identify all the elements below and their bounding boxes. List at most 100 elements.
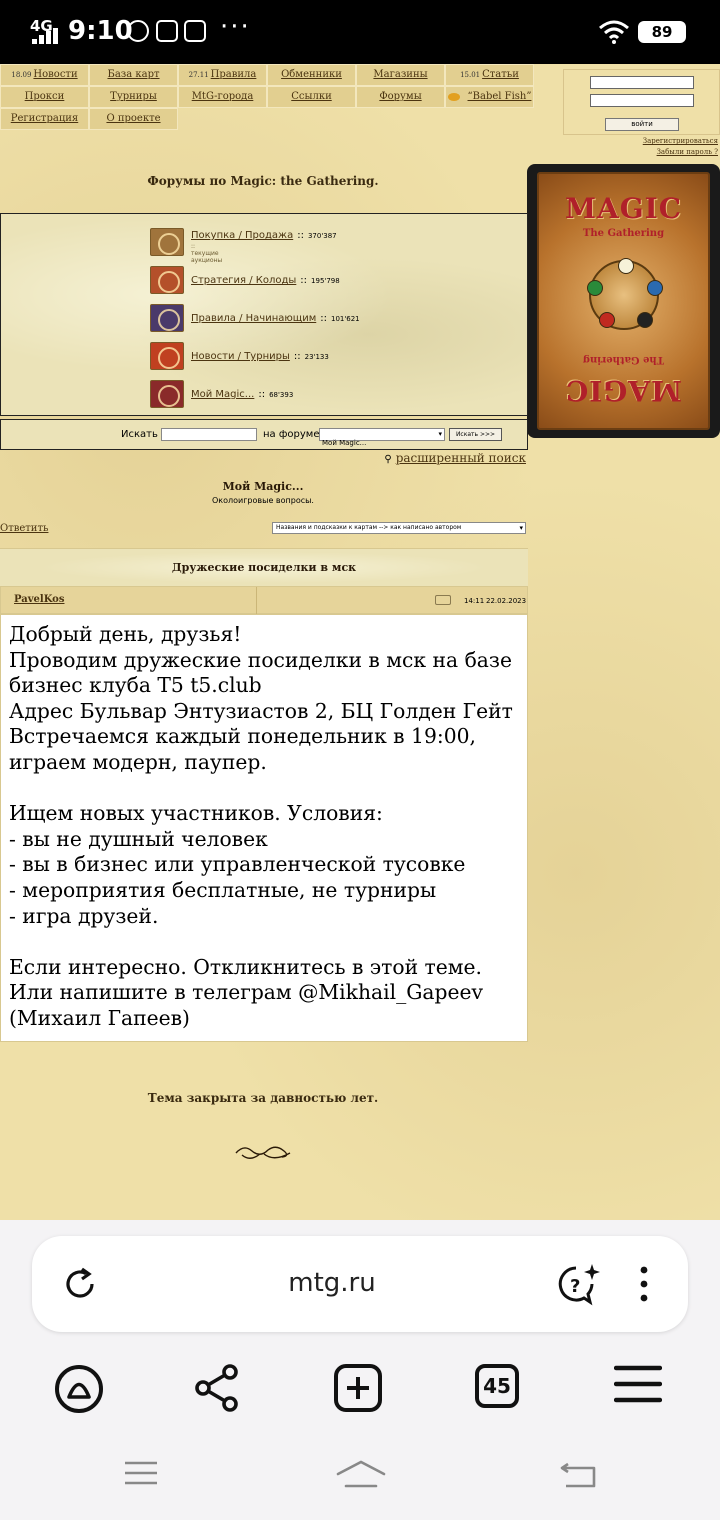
new-tab-button[interactable] <box>334 1364 382 1416</box>
login-button[interactable]: войти <box>605 118 679 131</box>
more-notifications-icon: ··· <box>220 12 251 42</box>
topic-closed-notice: Тема закрыта за давностью лет. <box>147 1091 379 1105</box>
nav-babel-fish[interactable]: “Babel Fish” <box>445 86 534 108</box>
recents-icon <box>125 1461 157 1485</box>
advanced-search[interactable]: ⚲ расширенный поиск <box>384 451 526 465</box>
mana-wheel <box>587 258 663 330</box>
signal-icon <box>32 28 58 44</box>
forum-select[interactable]: Мой Magic... ▾ <box>319 428 445 447</box>
browser-toolbar: mtg.ru ? 45 <box>0 1220 720 1520</box>
browser-menu-button[interactable] <box>613 1364 663 1408</box>
forgot-password-link[interactable]: Забыли пароль ? <box>657 148 718 156</box>
url-text[interactable]: mtg.ru <box>32 1268 632 1298</box>
post-line: Ищем новых участников. Условия: <box>9 801 383 826</box>
login-links: Зарегистрироваться Забыли пароль ? <box>643 136 718 158</box>
nav-news[interactable]: 18.09 Новости <box>0 64 89 86</box>
home-button[interactable] <box>336 1460 386 1492</box>
nav-articles[interactable]: 15.01 Статьи <box>445 64 534 86</box>
post-line: - мероприятия бесплатные, не турниры <box>9 877 437 902</box>
strategy-icon <box>150 266 184 294</box>
in-forum-label: на форуме <box>263 429 320 440</box>
search-input[interactable] <box>161 428 257 441</box>
search-form: Искать на форуме Мой Magic... ▾ Искать >>… <box>0 419 528 450</box>
back-icon <box>560 1462 596 1488</box>
card-subtitle-top: The Gathering <box>582 228 665 239</box>
post-line: - вы в бизнес или управленческой тусовке <box>9 852 466 877</box>
search-icon: ⚲ <box>384 454 392 465</box>
hamburger-menu-icon <box>613 1365 663 1403</box>
post-line: (Михаил Гапеев) <box>9 1005 190 1030</box>
post-line: играем модерн, паупер. <box>9 749 267 774</box>
nav-proxy[interactable]: Прокси <box>0 86 89 108</box>
card-logo-bottom: MAGIC <box>565 374 683 407</box>
nav-exchangers[interactable]: Обменники <box>267 64 356 86</box>
card-names-select[interactable]: Названия и подсказки к картам --> как на… <box>272 522 526 534</box>
nav-forums[interactable]: Форумы <box>356 86 445 108</box>
ai-assistant-icon[interactable]: ? <box>554 1262 600 1306</box>
private-message-icon[interactable] <box>435 595 451 605</box>
card-subtitle-bottom: The Gathering <box>582 354 665 365</box>
alice-assistant-button[interactable] <box>54 1364 104 1418</box>
post-line: - вы не душный человек <box>9 826 268 851</box>
post-line: - игра друзей. <box>9 903 159 928</box>
chevron-down-icon: ▾ <box>519 524 523 532</box>
nav-rules[interactable]: 27.11 Правила <box>178 64 267 86</box>
ornament-icon <box>235 1146 291 1159</box>
share-button[interactable] <box>194 1364 240 1416</box>
nav-about[interactable]: О проекте <box>89 108 178 130</box>
search-label: Искать <box>121 429 158 440</box>
subforum-title: Мой Magic... <box>222 480 304 493</box>
subforum-description: Околоигровые вопросы. <box>212 496 314 505</box>
login-box: ☺ ⚷ войти <box>563 69 720 135</box>
topic-title: Дружеские посиделки в мск <box>0 548 528 586</box>
chevron-down-icon: ▾ <box>438 430 442 438</box>
post-body: Добрый день, друзья! Проводим дружеские … <box>0 614 528 1042</box>
clock: 9:10 <box>68 16 133 46</box>
nav-shops[interactable]: Магазины <box>356 64 445 86</box>
post-line: Если интересно. Откликнитесь в этой теме… <box>9 954 483 979</box>
card-logo-top: MAGIC <box>564 192 682 225</box>
post-author[interactable]: PavelKos <box>14 594 64 605</box>
forums-title: Форумы по Magic: the Gathering. <box>147 174 379 188</box>
data-saver-icon <box>127 20 149 42</box>
gallery-icon <box>156 20 178 42</box>
nav-links[interactable]: Ссылки <box>267 86 356 108</box>
battery-level: 89 <box>638 21 686 43</box>
home-icon <box>336 1460 386 1488</box>
more-menu-icon[interactable] <box>636 1266 652 1302</box>
forum-list: Покупка / Продажа:: 370'387 :: текущие ау… <box>0 213 528 416</box>
post-header: PavelKos 14:11 22.02.2023 <box>0 586 528 615</box>
nav-card-base[interactable]: База карт <box>89 64 178 86</box>
web-page: 18.09 Новости База карт 27.11 Правила Обме… <box>0 64 720 1220</box>
post-line <box>9 929 519 955</box>
post-line: Встречаемся каждый понедельник в 19:00, <box>9 724 476 749</box>
share-icon <box>195 1364 238 1412</box>
search-button[interactable]: Искать >>> <box>449 428 502 441</box>
post-date: 22.02.2023 <box>486 597 527 605</box>
back-button[interactable] <box>560 1460 598 1492</box>
tabs-count-button[interactable]: 45 <box>475 1364 519 1408</box>
fish-icon <box>447 92 460 101</box>
register-link[interactable]: Зарегистрироваться <box>643 137 718 145</box>
login-username-input[interactable] <box>590 76 694 89</box>
recorder-icon <box>184 20 206 42</box>
magic-card-image: MAGIC The Gathering The Gathering MAGIC <box>527 164 720 438</box>
address-bar[interactable]: mtg.ru ? <box>32 1236 688 1332</box>
post-line: Добрый день, друзья! <box>9 622 242 646</box>
nav-mtg-cities[interactable]: MtG-города <box>178 86 267 108</box>
nav-tournaments[interactable]: Турниры <box>89 86 178 108</box>
recent-apps-button[interactable] <box>124 1460 158 1490</box>
news-icon <box>150 342 184 370</box>
post-line: Проводим дружеские посиделки в мск на ба… <box>9 647 512 672</box>
buy-sell-icon <box>150 228 184 256</box>
wifi-icon <box>599 20 629 44</box>
post-line: бизнес клуба T5 t5.club <box>9 673 262 698</box>
login-password-input[interactable] <box>590 94 694 107</box>
post-line: Или напишите в телеграм @Mikhail_Gapeev <box>9 980 483 1005</box>
rules-icon <box>150 304 184 332</box>
post-time: 14:11 <box>464 597 485 605</box>
post-line <box>9 776 519 802</box>
reply-link[interactable]: Ответить <box>0 523 48 534</box>
nav-register[interactable]: Регистрация <box>0 108 89 130</box>
divider <box>256 587 257 615</box>
